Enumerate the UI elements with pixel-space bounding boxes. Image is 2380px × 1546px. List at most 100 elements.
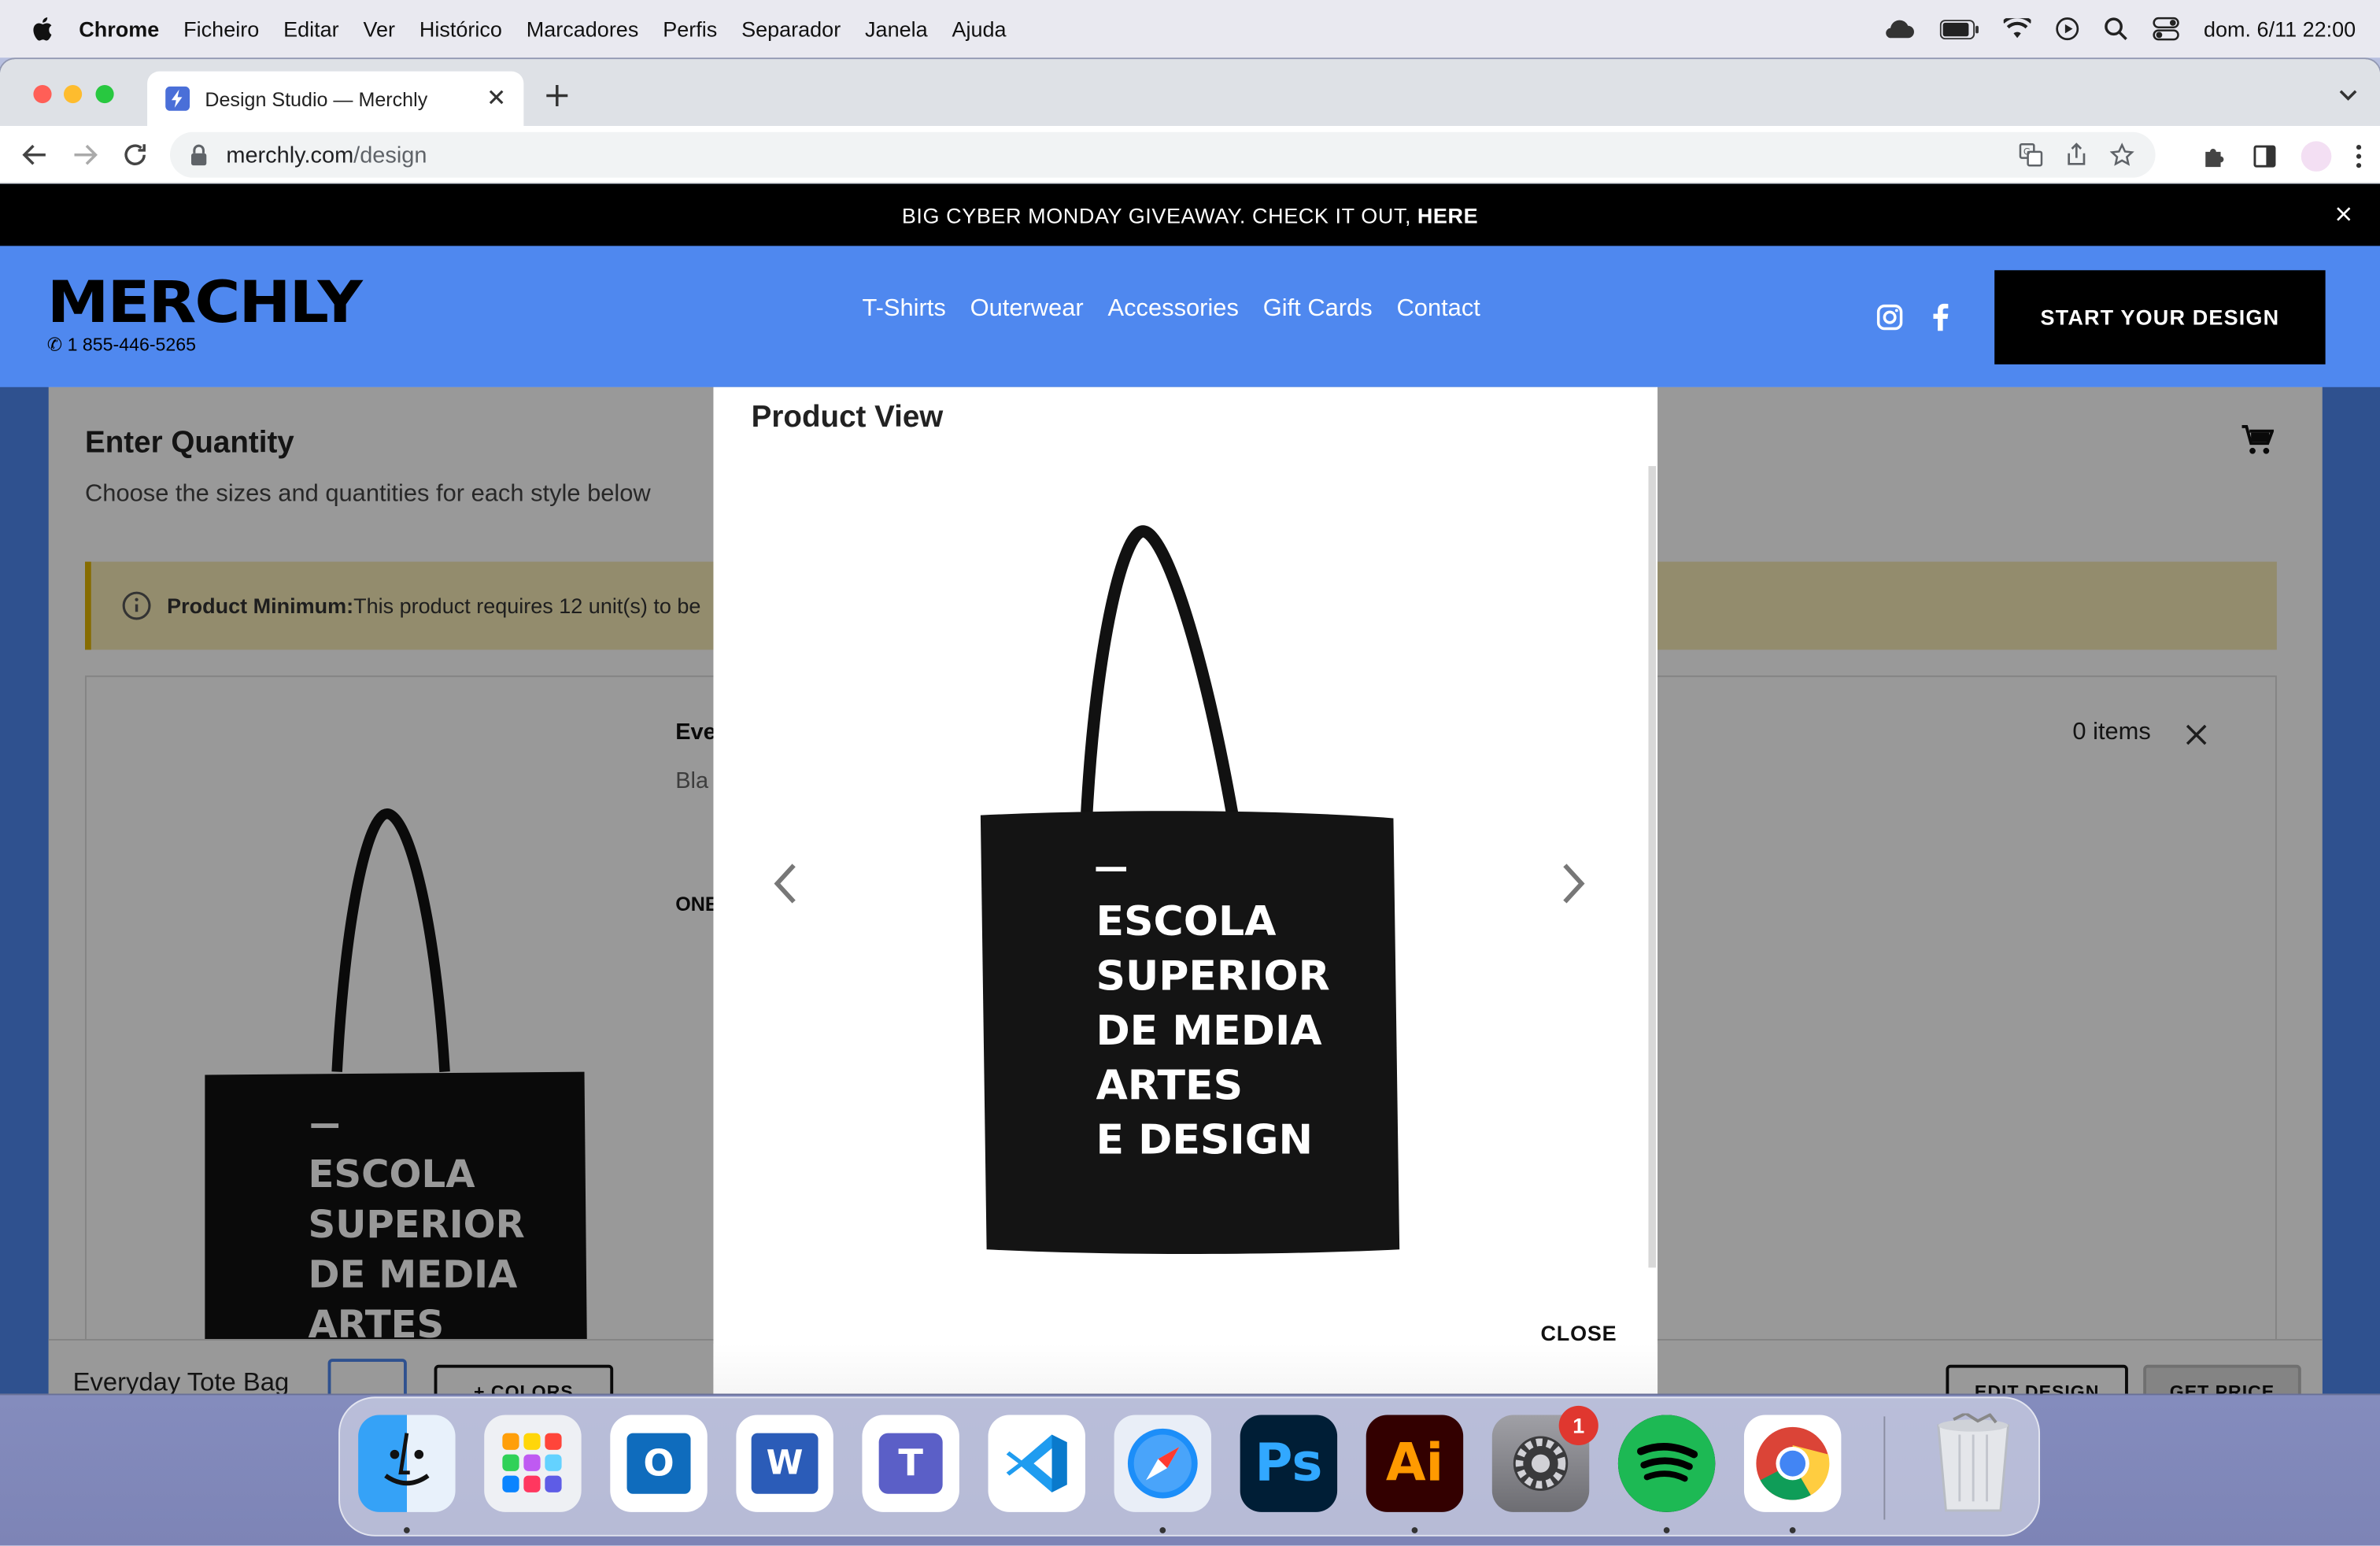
web-page: BIG CYBER MONDAY GIVEAWAY. CHECK IT OUT,… <box>0 183 2380 1394</box>
prev-image-icon[interactable] <box>771 861 802 907</box>
safari-running-dot <box>1159 1527 1166 1533</box>
instagram-icon[interactable] <box>1876 304 1904 331</box>
cloud-icon[interactable] <box>1882 18 1915 39</box>
merchly-favicon-icon <box>165 86 190 111</box>
outlook-icon[interactable]: O <box>610 1415 708 1512</box>
modal-close-button[interactable]: CLOSE <box>1541 1321 1617 1345</box>
outlook-glyph: O <box>626 1433 691 1494</box>
lock-icon[interactable] <box>190 144 208 166</box>
safari-icon[interactable] <box>1114 1415 1212 1512</box>
menu-janela[interactable]: Janela <box>865 17 928 41</box>
vscode-icon[interactable] <box>988 1415 1085 1512</box>
modal-footer-fade <box>713 1343 1658 1394</box>
chrome-menu-icon[interactable] <box>2356 144 2362 168</box>
macos-dock: O W T Ps Ai 1 <box>338 1396 2041 1537</box>
menu-ajuda[interactable]: Ajuda <box>952 17 1007 41</box>
merchly-logo[interactable]: MERCHLY <box>47 273 363 331</box>
nav-t-shirts[interactable]: T-Shirts <box>862 296 945 324</box>
nav-accessories[interactable]: Accessories <box>1108 296 1239 324</box>
promo-banner: BIG CYBER MONDAY GIVEAWAY. CHECK IT OUT,… <box>0 183 2380 246</box>
bag-print-line-3: DE MEDIA <box>1096 1008 1322 1055</box>
url-host: merchly.com <box>226 142 354 168</box>
bag-print-line-4: ARTES <box>1096 1062 1243 1109</box>
promo-text: BIG CYBER MONDAY GIVEAWAY. CHECK IT OUT, <box>901 202 1412 227</box>
apple-icon[interactable] <box>31 15 58 43</box>
chrome-icon[interactable] <box>1743 1415 1842 1512</box>
menu-historico[interactable]: Histórico <box>419 17 502 41</box>
menu-marcadores[interactable]: Marcadores <box>527 17 639 41</box>
illustrator-icon[interactable]: Ai <box>1366 1415 1464 1512</box>
chrome-window: Design Studio — Merchly merchly.com/desi… <box>0 59 2380 1394</box>
teams-icon[interactable]: T <box>862 1415 959 1512</box>
side-panel-icon[interactable] <box>2252 144 2277 168</box>
tab-search-chevron-icon[interactable] <box>2338 87 2359 102</box>
battery-icon[interactable] <box>1939 19 1979 39</box>
close-tab-icon[interactable] <box>484 85 508 109</box>
menubar-status-area: dom. 6/11 22:00 <box>1882 0 2356 57</box>
modal-scrollbar[interactable] <box>1648 466 1657 1268</box>
menu-perfis[interactable]: Perfis <box>663 17 717 41</box>
menubar-clock[interactable]: dom. 6/11 22:00 <box>2204 17 2356 41</box>
screen: Chrome Ficheiro Editar Ver Histórico Mar… <box>0 0 2380 1546</box>
menu-separador[interactable]: Separador <box>741 17 841 41</box>
menu-ver[interactable]: Ver <box>363 17 395 41</box>
launchpad-icon[interactable] <box>484 1415 582 1512</box>
bag-print-line-2: SUPERIOR <box>1096 952 1329 1000</box>
teams-glyph: T <box>878 1433 943 1494</box>
tab-design-studio[interactable]: Design Studio — Merchly <box>147 71 524 127</box>
tab-strip: Design Studio — Merchly <box>0 59 2380 127</box>
menu-app-name[interactable]: Chrome <box>79 17 159 41</box>
new-tab-icon[interactable] <box>543 82 571 109</box>
wifi-icon[interactable] <box>2003 18 2031 39</box>
menu-editar[interactable]: Editar <box>283 17 339 41</box>
next-image-icon[interactable] <box>1558 861 1588 907</box>
forward-arrow-icon[interactable] <box>72 141 99 168</box>
minimize-window-button[interactable] <box>64 85 83 104</box>
main-nav: T-Shirts Outerwear Accessories Gift Card… <box>862 296 1480 324</box>
facebook-icon[interactable] <box>1931 303 1949 331</box>
share-icon[interactable] <box>2064 142 2089 167</box>
zoom-window-button[interactable] <box>95 85 114 104</box>
omnibox-actions: G <box>2019 132 2156 178</box>
address-bar[interactable]: merchly.com/design G <box>170 131 2156 178</box>
finder-icon[interactable] <box>358 1415 456 1512</box>
illustrator-running-dot <box>1411 1527 1418 1533</box>
nav-outerwear[interactable]: Outerwear <box>970 296 1084 324</box>
toolbar-actions <box>2201 141 2362 172</box>
social-links <box>1876 303 1949 331</box>
word-icon[interactable]: W <box>736 1415 833 1512</box>
site-header: MERCHLY ✆ 1 855-446-5265 T-Shirts Outerw… <box>0 246 2380 387</box>
extensions-puzzle-icon[interactable] <box>2201 142 2228 170</box>
translate-icon[interactable]: G <box>2019 142 2043 167</box>
bag-print-line-5: E DESIGN <box>1096 1117 1313 1164</box>
finder-running-dot <box>404 1527 410 1533</box>
close-banner-icon[interactable] <box>2334 205 2352 223</box>
reload-icon[interactable] <box>121 141 149 168</box>
spotify-running-dot <box>1663 1527 1670 1533</box>
url-path: /design <box>353 142 427 168</box>
control-center-icon[interactable] <box>2152 17 2179 41</box>
modal-title: Product View <box>751 401 944 435</box>
settings-badge: 1 <box>1558 1405 1598 1446</box>
start-your-design-button[interactable]: START YOUR DESIGN <box>1994 270 2326 364</box>
back-arrow-icon[interactable] <box>21 141 49 168</box>
close-window-button[interactable] <box>33 85 52 104</box>
settings-icon[interactable]: 1 <box>1491 1405 1598 1512</box>
now-playing-icon[interactable] <box>2055 17 2079 41</box>
spotify-icon[interactable] <box>1617 1415 1716 1512</box>
nav-gift-cards[interactable]: Gift Cards <box>1263 296 1373 324</box>
menu-ficheiro[interactable]: Ficheiro <box>183 17 259 41</box>
product-image: ESCOLA SUPERIOR DE MEDIA ARTES E DESIGN <box>980 525 1400 1255</box>
profile-avatar[interactable] <box>2301 141 2332 172</box>
macos-menu-bar: Chrome Ficheiro Editar Ver Histórico Mar… <box>0 0 2380 58</box>
nav-contact[interactable]: Contact <box>1396 296 1480 324</box>
phone-number[interactable]: ✆ 1 855-446-5265 <box>47 334 196 355</box>
chrome-running-dot <box>1789 1527 1796 1533</box>
spotlight-search-icon[interactable] <box>2104 17 2128 41</box>
trash-icon[interactable] <box>1924 1413 2021 1512</box>
word-glyph: W <box>751 1433 819 1494</box>
illustrator-glyph: Ai <box>1385 1433 1444 1494</box>
promo-link[interactable]: HERE <box>1417 202 1478 227</box>
photoshop-icon[interactable]: Ps <box>1240 1415 1338 1512</box>
bookmark-star-icon[interactable] <box>2109 142 2134 167</box>
